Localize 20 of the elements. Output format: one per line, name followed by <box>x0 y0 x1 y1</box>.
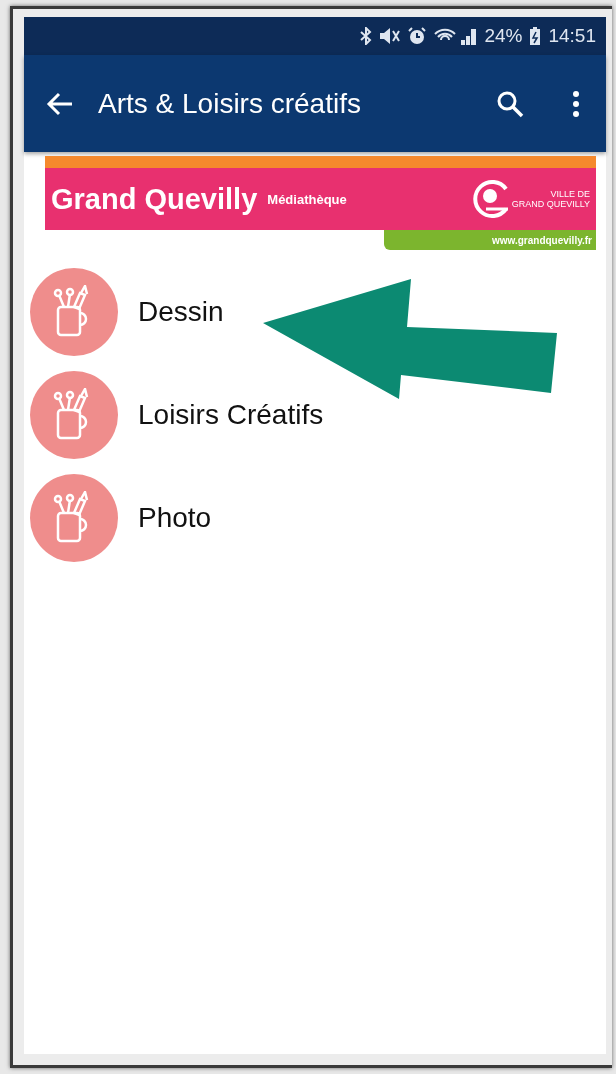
city-name: Grand Quevilly <box>51 182 258 216</box>
battery-percent: 24% <box>484 25 523 47</box>
clock-time: 14:51 <box>548 25 596 47</box>
mute-icon <box>379 27 402 45</box>
category-item[interactable]: Dessin <box>138 260 224 363</box>
banner-subtitle: Médiathèque <box>267 191 348 207</box>
battery-icon <box>529 26 542 46</box>
category-item[interactable]: Photo <box>138 466 212 569</box>
search-icon <box>496 89 524 118</box>
website-url: www.grandquevilly.fr <box>384 230 596 250</box>
category-item[interactable]: Loisirs Créatifs <box>138 363 324 466</box>
city-logo-icon <box>471 179 510 219</box>
back-arrow-icon <box>46 91 74 116</box>
bluetooth-icon <box>360 27 373 45</box>
screen-title: Arts & Loisirs créatifs <box>98 87 362 120</box>
signal-icon <box>433 27 478 45</box>
alarm-icon <box>408 27 427 45</box>
logo-city-name: GRAND QUEVILLY <box>511 199 590 209</box>
more-vertical-icon <box>572 89 580 118</box>
logo-caption: VILLE DE <box>549 189 590 199</box>
